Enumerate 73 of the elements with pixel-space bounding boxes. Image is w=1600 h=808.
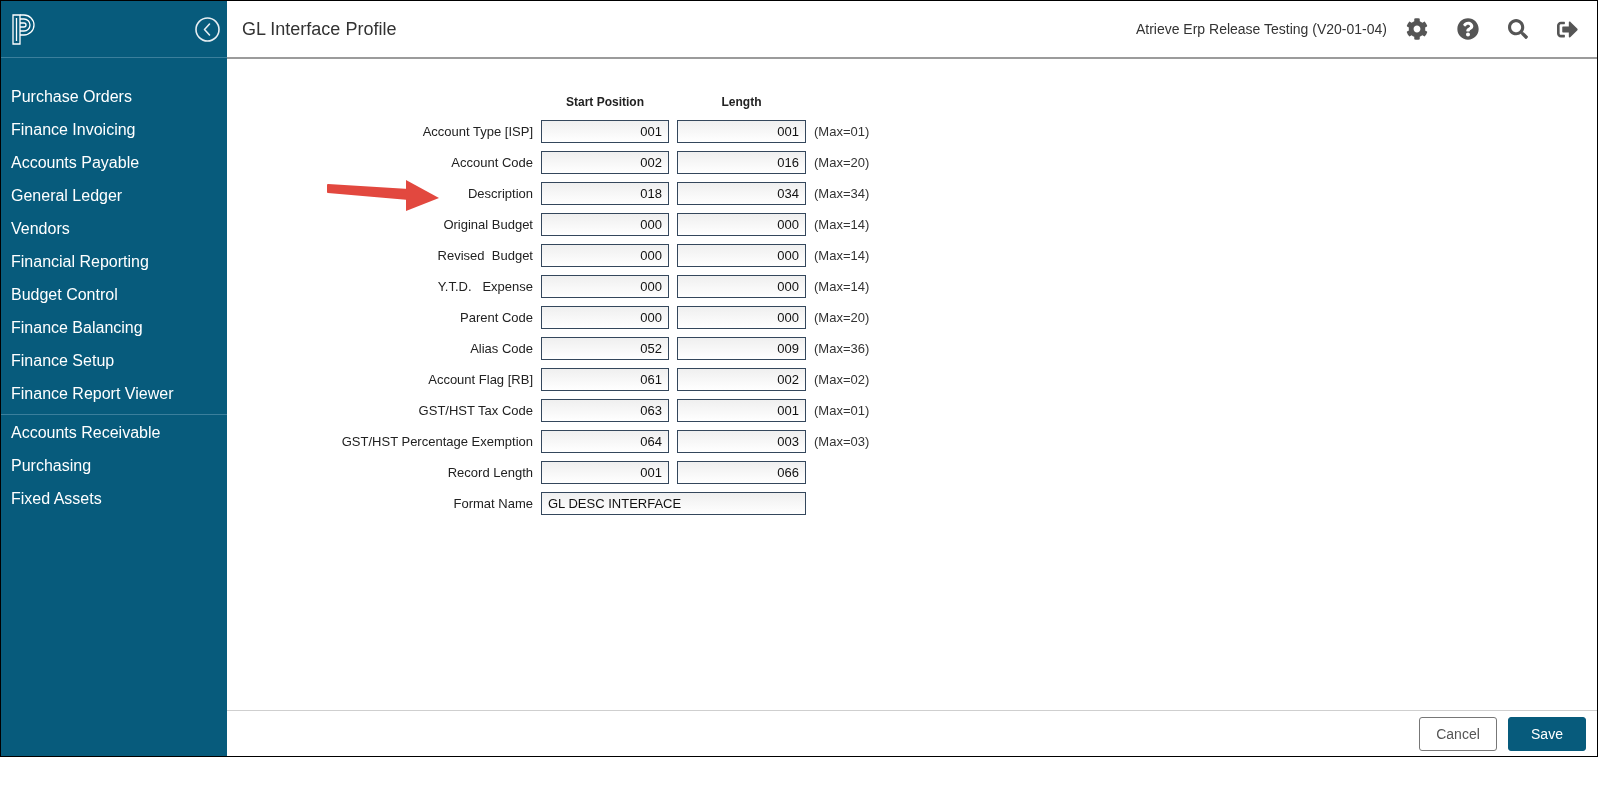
length-field[interactable]: 000 <box>677 213 806 236</box>
sidebar-item[interactable]: Financial Reporting <box>1 245 149 278</box>
start-position-field[interactable]: 000 <box>541 306 669 329</box>
length-field[interactable]: 000 <box>677 244 806 267</box>
field-label: GST/HST Percentage Exemption <box>341 434 533 449</box>
gear-icon[interactable] <box>1406 18 1428 40</box>
sidebar-item[interactable]: Purchase Orders <box>1 80 132 113</box>
sidebar-item[interactable]: Vendors <box>1 212 70 245</box>
cancel-button[interactable]: Cancel <box>1419 716 1497 751</box>
sidebar-item[interactable]: Purchasing <box>1 449 92 482</box>
column-header: Length <box>720 94 763 111</box>
max-hint: (Max=20) <box>814 310 870 325</box>
start-position-field[interactable]: 000 <box>541 213 669 236</box>
sidebar-item[interactable]: Finance Setup <box>1 344 115 377</box>
max-hint: (Max=34) <box>814 186 870 201</box>
sidebar-item[interactable]: Finance Balancing <box>1 311 143 344</box>
field-label: Description <box>467 186 533 201</box>
environment-name: Atrieve Erp Release Testing (V20-01-04) <box>1135 21 1387 37</box>
logo-icon <box>12 13 36 45</box>
chevron-left-circle-icon[interactable] <box>195 16 220 42</box>
sidebar-item[interactable]: Accounts Payable <box>1 146 140 179</box>
start-position-field[interactable]: 052 <box>541 337 669 360</box>
field-label: Revised Budget <box>437 248 533 263</box>
length-field[interactable]: 016 <box>677 151 806 174</box>
field-label: Y.T.D. Expense <box>437 279 533 294</box>
format-name-field[interactable]: GL DESC INTERFACE <box>541 492 806 515</box>
sidebar-item[interactable]: Accounts Receivable <box>1 416 161 449</box>
field-label: Account Flag [RB] <box>428 372 533 387</box>
length-field[interactable]: 001 <box>677 399 806 422</box>
sidebar-item[interactable]: General Ledger <box>1 179 123 212</box>
save-button[interactable]: Save <box>1508 716 1586 751</box>
max-hint: (Max=20) <box>814 155 870 170</box>
start-position-field[interactable]: 001 <box>541 120 669 143</box>
max-hint: (Max=01) <box>814 124 870 139</box>
start-position-field[interactable]: 002 <box>541 151 669 174</box>
search-icon[interactable] <box>1508 19 1528 39</box>
start-position-field[interactable]: 064 <box>541 430 669 453</box>
sidebar-item[interactable]: Budget Control <box>1 278 118 311</box>
field-label: Parent Code <box>460 310 533 325</box>
length-field[interactable]: 000 <box>677 275 806 298</box>
max-hint: (Max=03) <box>814 434 870 449</box>
start-position-field[interactable]: 000 <box>541 244 669 267</box>
field-label: Format Name <box>453 496 533 511</box>
sidebar-item[interactable]: Finance Report Viewer <box>1 377 174 410</box>
length-field[interactable]: 009 <box>677 337 806 360</box>
field-label: Account Code <box>451 155 533 170</box>
length-field[interactable]: 001 <box>677 120 806 143</box>
sidebar-item[interactable]: Finance Invoicing <box>1 113 136 146</box>
field-label: Original Budget <box>443 217 533 232</box>
sidebar-item[interactable]: Fixed Assets <box>1 482 102 515</box>
start-position-field[interactable]: 063 <box>541 399 669 422</box>
start-position-field[interactable]: 018 <box>541 182 669 205</box>
field-label: Record Length <box>447 465 533 480</box>
length-field[interactable]: 002 <box>677 368 806 391</box>
max-hint: (Max=14) <box>814 279 870 294</box>
length-field[interactable]: 034 <box>677 182 806 205</box>
length-field[interactable]: 000 <box>677 306 806 329</box>
start-position-field[interactable]: 001 <box>541 461 669 484</box>
max-hint: (Max=01) <box>814 403 870 418</box>
page-title: GL Interface Profile <box>242 18 398 40</box>
max-hint: (Max=14) <box>814 248 870 263</box>
start-position-field[interactable]: 061 <box>541 368 669 391</box>
max-hint: (Max=36) <box>814 341 870 356</box>
field-label: Alias Code <box>470 341 533 356</box>
max-hint: (Max=14) <box>814 217 870 232</box>
max-hint: (Max=02) <box>814 372 870 387</box>
column-header: Start Position <box>565 94 645 111</box>
field-label: Account Type [ISP] <box>422 124 533 139</box>
field-label: GST/HST Tax Code <box>418 403 533 418</box>
length-field[interactable]: 003 <box>677 430 806 453</box>
question-icon[interactable] <box>1457 18 1479 40</box>
start-position-field[interactable]: 000 <box>541 275 669 298</box>
length-field[interactable]: 066 <box>677 461 806 484</box>
